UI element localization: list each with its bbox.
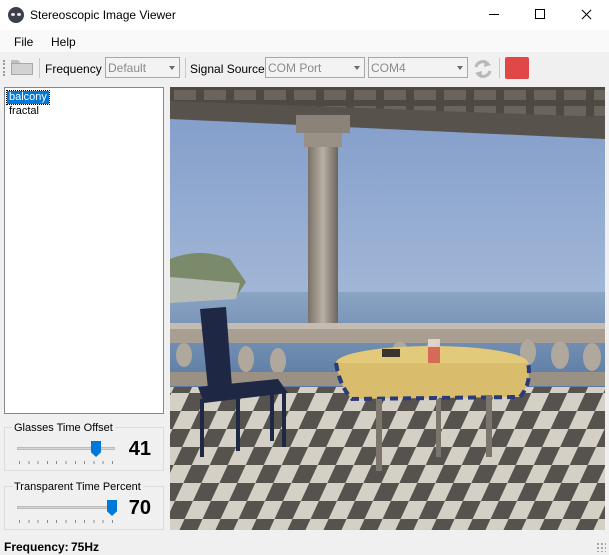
transparent-percent-group: Transparent Time Percent 70: [4, 481, 164, 530]
menu-file[interactable]: File: [14, 35, 33, 49]
port-combo[interactable]: COM4: [368, 57, 468, 78]
toolbar-grip[interactable]: [3, 60, 7, 76]
list-item-balcony[interactable]: balcony: [6, 90, 50, 105]
frequency-combo[interactable]: Default: [105, 57, 180, 78]
folder-open-icon[interactable]: [11, 60, 33, 75]
chevron-down-icon: [169, 66, 175, 70]
menu-bar: File Help: [0, 30, 609, 52]
signal-source-label: Signal Source: [190, 62, 265, 76]
chevron-down-icon: [457, 66, 463, 70]
status-label: Frequency:: [4, 540, 69, 554]
transparent-percent-thumb[interactable]: [107, 500, 117, 516]
list-item-fractal[interactable]: fractal: [7, 105, 41, 118]
glasses-offset-title: Glasses Time Offset: [12, 422, 115, 434]
signal-source-value: COM Port: [268, 61, 322, 75]
signal-source-combo[interactable]: COM Port: [265, 57, 365, 78]
refresh-icon[interactable]: [472, 58, 494, 80]
transparent-percent-track[interactable]: [17, 506, 115, 509]
image-list[interactable]: balcony fractal: [4, 87, 164, 414]
port-value: COM4: [371, 61, 406, 75]
title-bar[interactable]: Stereoscopic Image Viewer: [0, 0, 609, 30]
stop-button[interactable]: [505, 57, 529, 79]
transparent-percent-value: 70: [128, 497, 151, 519]
glasses-offset-thumb[interactable]: [91, 441, 101, 457]
toolbar-separator: [185, 58, 186, 78]
status-bar: Frequency: 75Hz: [0, 537, 609, 555]
frequency-value: Default: [108, 61, 147, 75]
menu-help[interactable]: Help: [51, 35, 76, 49]
status-value: 75Hz: [71, 540, 100, 554]
stereo-glasses-icon: [8, 7, 24, 23]
resize-grip-icon[interactable]: [596, 542, 606, 552]
maximize-button[interactable]: [517, 0, 563, 30]
glasses-offset-value: 41: [128, 438, 151, 460]
stereo-image-viewer[interactable]: [170, 87, 605, 530]
close-button[interactable]: [563, 0, 609, 30]
app-window: Stereoscopic Image Viewer File Help Freq…: [0, 0, 609, 555]
minimize-button[interactable]: [471, 0, 517, 30]
chevron-down-icon: [354, 66, 360, 70]
frequency-label: Frequency: [45, 62, 102, 76]
balcony-image: [170, 87, 605, 530]
toolbar-separator: [39, 58, 40, 78]
transparent-percent-ticks: [19, 520, 113, 523]
glasses-offset-ticks: [19, 461, 113, 464]
transparent-percent-title: Transparent Time Percent: [12, 481, 143, 493]
glasses-offset-group: Glasses Time Offset 41: [4, 422, 164, 471]
stop-icon: [505, 57, 529, 79]
toolbar-separator: [499, 58, 500, 78]
window-title: Stereoscopic Image Viewer: [30, 8, 176, 22]
